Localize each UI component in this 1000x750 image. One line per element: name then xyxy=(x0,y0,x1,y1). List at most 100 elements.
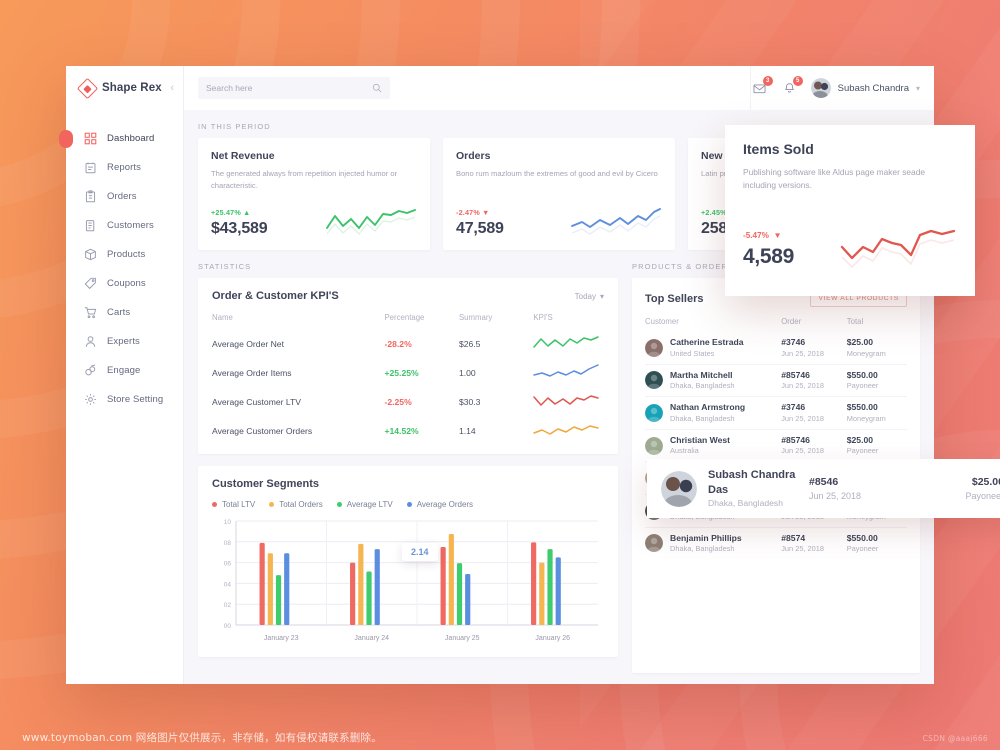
grid-icon xyxy=(84,132,97,145)
brand-name: Shape Rex xyxy=(102,82,162,94)
kpi-card-orders[interactable]: Orders Bono rum mazloum the extremes of … xyxy=(443,138,675,251)
bar[interactable] xyxy=(531,542,537,626)
seller-order: #3746 xyxy=(781,402,806,413)
chart-legend: Total LTV Total Orders Average LTV Avera… xyxy=(212,500,604,509)
bar[interactable] xyxy=(267,553,273,626)
sidebar-item-coupons[interactable]: Coupons xyxy=(66,269,183,298)
column-header-name: Name xyxy=(212,313,233,323)
sidebar-item-dashboard[interactable]: Dashboard xyxy=(66,124,183,153)
seller-location: Dhaka, Bangladesh xyxy=(670,381,735,391)
chevron-left-icon[interactable]: ‹ xyxy=(170,82,174,94)
bar[interactable] xyxy=(465,574,471,626)
brand-logo[interactable]: Shape Rex ‹ xyxy=(66,66,184,110)
seller-order-cell: #3746Jun 25, 2018 xyxy=(781,396,847,430)
kpi-row-name: Average Customer LTV xyxy=(212,396,302,407)
kpi-description: Bono rum mazloum the extremes of good an… xyxy=(456,169,658,178)
sidebar-item-engage[interactable]: Engage xyxy=(66,356,183,385)
column-header-percentage: Percentage xyxy=(384,313,425,323)
seller-total: $25.00 xyxy=(846,434,874,445)
sidebar-item-customers[interactable]: Customers xyxy=(66,211,183,240)
kpi-panel: Order & Customer KPI'S Today ▾ Name Perc… xyxy=(198,278,618,455)
bar[interactable] xyxy=(374,549,380,626)
table-row[interactable]: Nathan Armstrong Dhaka, Bangladesh #3746 Ju… xyxy=(645,396,907,430)
sidebar-item-carts[interactable]: Carts xyxy=(66,298,183,327)
bar[interactable] xyxy=(539,562,545,626)
sidebar-item-experts[interactable]: Experts xyxy=(66,327,183,356)
seller-order-cell: #3746Jun 25, 2018 xyxy=(781,332,847,364)
highlight-location: Dhaka, Bangladesh xyxy=(708,497,784,508)
seller-location: Australia xyxy=(670,446,699,456)
table-row[interactable]: Average Order Net -28.2% $26.5 xyxy=(212,329,604,358)
top-bar: Shape Rex ‹ 3 xyxy=(66,66,934,110)
notifications-button[interactable]: 5 xyxy=(781,75,803,97)
report-icon xyxy=(84,161,97,174)
bar[interactable] xyxy=(275,575,282,626)
cart-icon xyxy=(84,306,97,319)
kpi-row-percentage: +25.25% xyxy=(384,367,419,378)
bar-chart-svg: 00 02 04 06 08 10 January 23 January 24 January … xyxy=(224,519,598,642)
legend-item[interactable]: Average Orders xyxy=(406,500,474,510)
kpi-delta: -2.47% ▼ xyxy=(456,208,490,217)
table-row[interactable]: Martha Mitchell Dhaka, Bangladesh #85746 Ju… xyxy=(645,363,907,397)
items-sold-popup-card[interactable]: Items Sold Publishing software like Aldu… xyxy=(725,125,975,296)
seller-order-cell: #85746 Jun 25, 2018 xyxy=(781,363,847,397)
bar[interactable] xyxy=(448,534,454,626)
bar[interactable] xyxy=(259,542,265,626)
legend-item[interactable]: Total Orders xyxy=(269,500,323,509)
bar[interactable] xyxy=(547,549,553,626)
section-label-statistics: STATISTICS xyxy=(198,262,252,272)
mail-button[interactable]: 3 xyxy=(751,75,773,97)
sidebar: Dashboard Reports Orders Customers Produ… xyxy=(66,110,184,684)
table-row[interactable]: Christian West Australia #85746 Jun 25, 201… xyxy=(645,428,907,462)
top-sellers-table: Customer Order Total Catherine Estrada Un… xyxy=(645,317,907,560)
bar[interactable] xyxy=(456,563,463,626)
avatar xyxy=(810,78,831,98)
y-axis-tick: 00 xyxy=(224,623,232,630)
seller-total-cell: $550.00 Moneygram xyxy=(846,396,907,430)
seller-method: Moneygram xyxy=(846,348,886,358)
kpi-card-net-revenue[interactable]: Net Revenue The generated always from re… xyxy=(198,138,430,251)
bar[interactable] xyxy=(366,571,372,626)
table-row[interactable]: Average Customer LTV -2.25% $30.3 xyxy=(212,387,604,416)
bar[interactable] xyxy=(440,547,446,626)
search-box[interactable] xyxy=(198,77,390,99)
clipboard-icon xyxy=(84,190,97,203)
bar[interactable] xyxy=(358,543,364,626)
table-row[interactable]: Benjamin Phillips Dhaka, Bangladesh #8574 J… xyxy=(645,526,907,560)
kpi-row-summary: $26.5 xyxy=(458,338,481,349)
kpi-row-sparkline xyxy=(533,387,604,416)
period-filter-dropdown[interactable]: Today ▾ xyxy=(575,292,604,301)
legend-label: Total Orders xyxy=(279,500,323,510)
highlighted-seller-row[interactable]: Subash Chandra Das Dhaka, Bangladesh #85… xyxy=(647,459,1000,518)
user-menu[interactable]: Subash Chandra ▾ xyxy=(810,78,920,98)
sidebar-item-orders[interactable]: Orders xyxy=(66,182,183,211)
x-axis-tick: January 23 xyxy=(264,635,299,642)
legend-item[interactable]: Total LTV xyxy=(212,500,255,509)
bar[interactable] xyxy=(350,562,356,626)
sidebar-item-products[interactable]: Products xyxy=(66,240,183,269)
seller-method: Moneygram xyxy=(846,413,886,423)
legend-swatch xyxy=(269,502,275,508)
table-row[interactable]: Average Order Items +25.25% 1.00 xyxy=(212,358,604,387)
sidebar-item-reports[interactable]: Reports xyxy=(66,153,183,182)
sidebar-item-store-setting[interactable]: Store Setting xyxy=(66,385,183,414)
segments-bar-chart: 00 02 04 06 08 10 January 23 January 24 January … xyxy=(212,515,604,647)
legend-item[interactable]: Average LTV xyxy=(336,500,393,509)
kpi-row-sparkline xyxy=(533,329,604,358)
legend-swatch xyxy=(336,502,342,508)
seller-location: Dhaka, Bangladesh xyxy=(670,544,735,554)
highlight-date: Jun 25, 2018 xyxy=(809,490,862,501)
table-row[interactable]: Catherine Estrada United States #3746 Jun 2… xyxy=(645,332,907,364)
search-input[interactable] xyxy=(206,83,366,93)
y-axis-tick: 06 xyxy=(224,561,232,568)
highlight-order: #8546 xyxy=(809,475,839,488)
sparkline-chart xyxy=(840,229,956,269)
avatar xyxy=(645,338,663,357)
bar[interactable] xyxy=(555,557,561,626)
table-row[interactable]: Average Customer Orders +14.52% 1.14 xyxy=(212,416,604,445)
seller-date: Jun 25, 2018 xyxy=(781,348,824,358)
seller-customer-cell: Christian West Australia xyxy=(645,428,782,462)
kpi-value: 47,589 xyxy=(456,220,504,237)
bar[interactable] xyxy=(284,553,290,626)
legend-label: Average Orders xyxy=(416,500,474,510)
